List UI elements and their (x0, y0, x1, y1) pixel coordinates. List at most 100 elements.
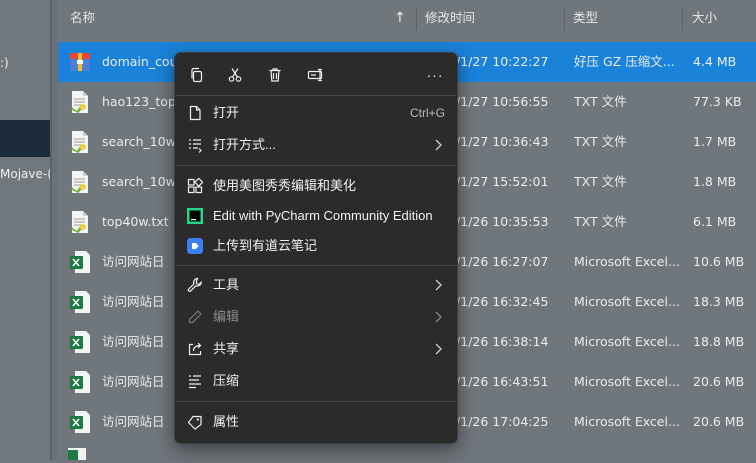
chevron-right-icon (435, 311, 442, 323)
menu-item-pycharm[interactable]: Edit with PyCharm Community Edition (179, 201, 453, 231)
file-size: 20.6 MB (693, 374, 745, 389)
file-size: 77.3 KB (693, 94, 742, 109)
text-file-icon (68, 210, 92, 234)
file-modified: /1/27 10:22:27 (456, 54, 549, 69)
menu-divider (175, 265, 457, 266)
file-modified: /1/27 15:52:01 (456, 174, 549, 189)
copy-button[interactable] (177, 62, 217, 88)
menu-divider (175, 401, 457, 402)
file-type: Microsoft Excel... (574, 254, 680, 269)
context-menu: ··· 打开 Ctrl+G 打开方式... 使用美图秀秀编辑和美化 Edit w… (174, 52, 458, 444)
menu-item-label: 使用美图秀秀编辑和美化 (213, 178, 357, 193)
column-header-type[interactable]: 类型 (573, 0, 598, 36)
file-size: 18.3 MB (693, 294, 745, 309)
file-modified: /1/26 17:04:25 (456, 414, 549, 429)
text-file-icon (68, 130, 92, 154)
more-options-icon[interactable]: ··· (415, 62, 455, 88)
file-type: Microsoft Excel... (574, 294, 680, 309)
cut-button[interactable] (215, 62, 255, 88)
excel-file-icon (68, 370, 92, 394)
wrench-icon (187, 277, 202, 292)
file-type: TXT 文件 (574, 174, 627, 189)
properties-icon (187, 415, 202, 430)
menu-item-meitu[interactable]: 使用美图秀秀编辑和美化 (179, 171, 453, 201)
column-header-name[interactable]: 名称 (70, 0, 95, 36)
menu-item-label: 工具 (213, 277, 240, 292)
file-type: Microsoft Excel... (574, 334, 680, 349)
copy-icon (191, 67, 203, 83)
excel-file-icon (68, 250, 92, 274)
file-modified: /1/26 16:27:07 (456, 254, 549, 269)
menu-item-youdao[interactable]: 上传到有道云笔记 (179, 231, 453, 261)
menu-item-label: 打开 (213, 105, 240, 120)
file-type: Microsoft Excel... (574, 374, 680, 389)
file-type: TXT 文件 (574, 94, 627, 109)
file-modified: /1/26 16:32:45 (456, 294, 549, 309)
menu-item-label: Edit with PyCharm Community Edition (213, 208, 433, 223)
delete-button[interactable] (255, 62, 295, 88)
menu-item-properties[interactable]: 属性 (179, 407, 453, 437)
chevron-right-icon (435, 343, 442, 355)
file-type: TXT 文件 (574, 214, 627, 229)
pycharm-icon (187, 208, 203, 224)
file-size: 20.6 MB (693, 414, 745, 429)
rename-button[interactable] (296, 62, 336, 88)
file-name: 访问网站日 (102, 414, 165, 429)
file-name: domain_cou (102, 54, 178, 69)
file-name: 访问网站日 (102, 374, 165, 389)
share-icon (188, 342, 202, 356)
menu-item-label: 上传到有道云笔记 (213, 238, 318, 253)
file-name: top40w.txt (102, 214, 169, 229)
cut-icon (228, 68, 242, 82)
nav-item-mojave[interactable]: Mojave-( (0, 167, 52, 181)
file-size: 1.8 MB (693, 174, 737, 189)
column-header-modified[interactable]: 修改时间 (425, 0, 475, 36)
file-name: 访问网站日 (102, 294, 165, 309)
file-type: 好压 GZ 压缩文... (574, 54, 675, 69)
nav-item-selected[interactable] (0, 120, 50, 157)
navigation-pane: :) Mojave-( (0, 0, 52, 460)
menu-item-label: 共享 (213, 341, 240, 356)
menu-item-share[interactable]: 共享 (179, 334, 453, 364)
archive-icon (68, 50, 92, 74)
menu-item-compress[interactable]: 压缩 (179, 366, 453, 396)
youdao-note-icon (187, 238, 203, 254)
excel-file-icon (68, 330, 92, 354)
menu-item-label: 压缩 (213, 373, 240, 388)
menu-item-open[interactable]: 打开 Ctrl+G (179, 98, 453, 128)
file-size: 18.8 MB (693, 334, 745, 349)
pencil-icon (188, 310, 202, 324)
file-name: search_10w (102, 174, 176, 189)
text-file-icon (68, 170, 92, 194)
menu-item-label: 编辑 (213, 309, 240, 324)
delete-icon (269, 68, 281, 82)
excel-file-icon (68, 410, 92, 434)
menu-divider (175, 95, 457, 96)
menu-item-shortcut: Ctrl+G (409, 106, 445, 120)
file-size: 1.7 MB (693, 134, 737, 149)
excel-file-icon (68, 290, 92, 314)
file-name: 访问网站日 (102, 254, 165, 269)
open-with-icon (189, 139, 202, 153)
file-type: TXT 文件 (574, 134, 627, 149)
menu-item-edit: 编辑 (179, 302, 453, 332)
menu-item-open-with[interactable]: 打开方式... (179, 130, 453, 160)
file-type: Microsoft Excel... (574, 414, 680, 429)
partial-row (58, 440, 98, 462)
file-size: 6.1 MB (693, 214, 737, 229)
menu-item-tools[interactable]: 工具 (179, 270, 453, 300)
sort-ascending-icon[interactable]: ↑ (394, 0, 406, 36)
file-modified: /1/27 10:56:55 (456, 94, 549, 109)
column-divider[interactable] (564, 8, 565, 30)
nav-item-drive[interactable]: :) (0, 56, 9, 70)
rename-icon (307, 68, 323, 82)
menu-divider (175, 165, 457, 166)
file-name: hao123_top (102, 94, 176, 109)
column-divider[interactable] (682, 8, 683, 30)
file-size: 4.4 MB (693, 54, 737, 69)
open-file-icon (189, 105, 201, 121)
column-divider[interactable] (416, 8, 417, 30)
meitu-icon (187, 178, 203, 194)
column-header-size[interactable]: 大小 (692, 0, 717, 36)
file-modified: /1/26 16:43:51 (456, 374, 549, 389)
